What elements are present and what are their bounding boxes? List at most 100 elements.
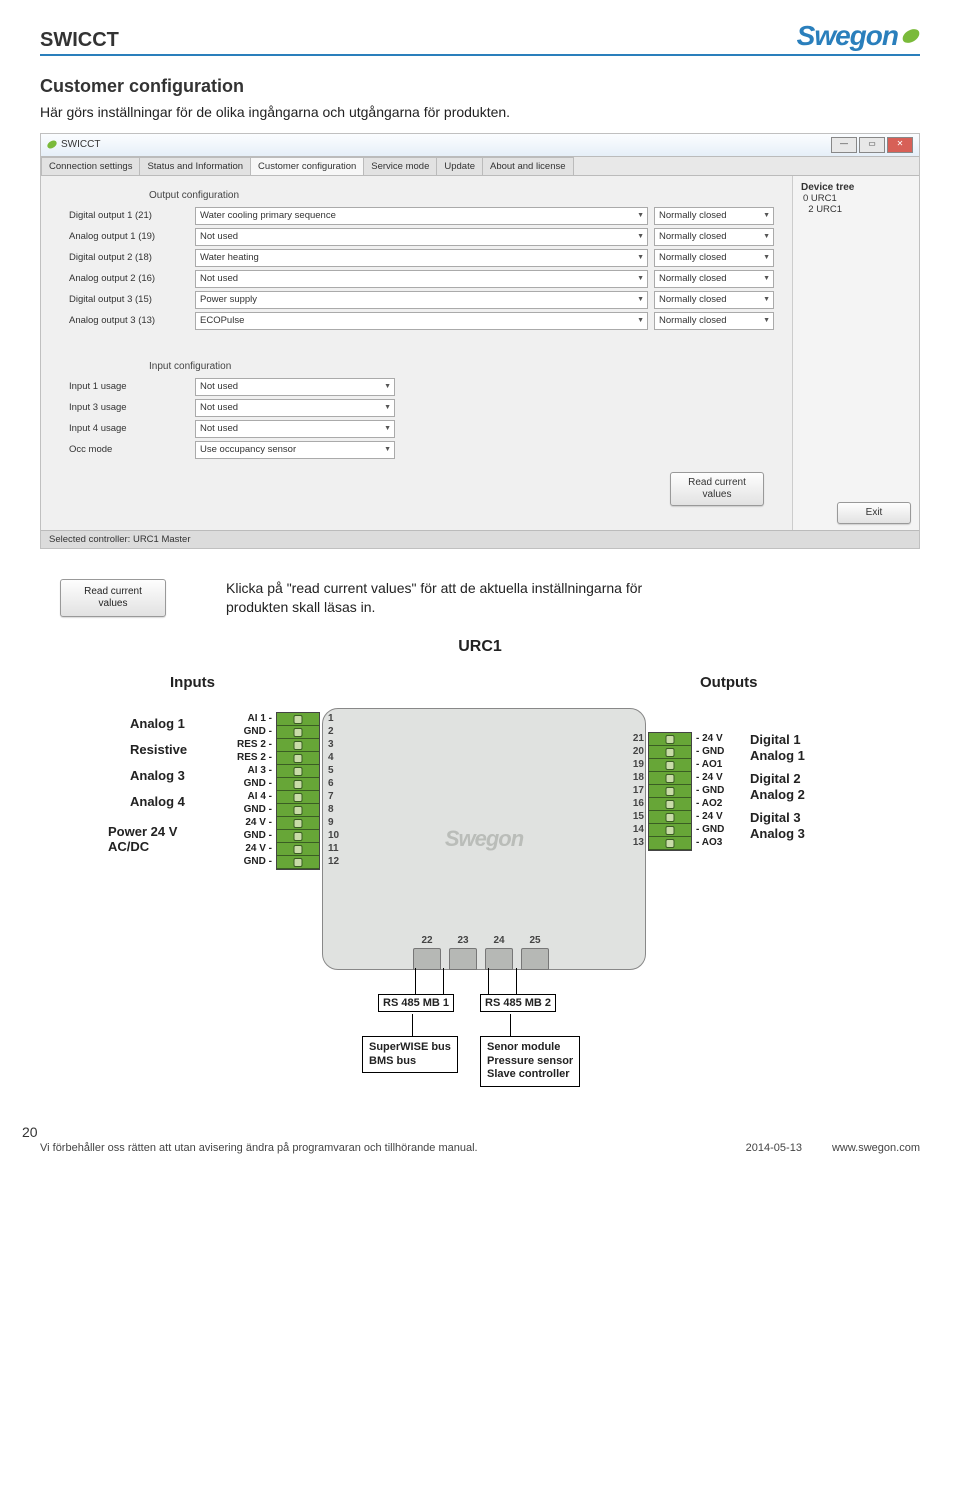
output-value-select[interactable]: Water heating (195, 249, 648, 267)
minimize-button[interactable]: — (831, 137, 857, 153)
output-mode-select[interactable]: Normally closed (654, 228, 774, 246)
left-label: Analog 4 (130, 794, 185, 809)
right-pin-numbers: 212019181716151413 (622, 732, 644, 849)
input-label: Input 4 usage (59, 423, 189, 434)
left-label: Analog 3 (130, 768, 185, 783)
right-pin-labels: - 24 V- GND- AO1- 24 V- GND- AO2- 24 V- … (696, 732, 724, 849)
device-logo: Swegon (445, 826, 523, 852)
output-row: Analog output 1 (19) Not used Normally clo… (59, 228, 774, 246)
device-tree-title: Device tree (801, 182, 911, 193)
output-value-select[interactable]: Power supply (195, 291, 648, 309)
outputs-header: Outputs (700, 674, 758, 691)
rj-ports: 22 23 24 25 (413, 948, 549, 970)
right-label: Analog 2 (750, 787, 805, 802)
input-value-select[interactable]: Use occupancy sensor (195, 441, 395, 459)
app-window: SWICCT — ▭ ✕ Connection settingsStatus a… (40, 133, 920, 549)
input-value-select[interactable]: Not used (195, 378, 395, 396)
tab-connection-settings[interactable]: Connection settings (41, 157, 140, 175)
right-label: Analog 1 (750, 748, 805, 763)
close-button[interactable]: ✕ (887, 137, 913, 153)
input-value-select[interactable]: Not used (195, 420, 395, 438)
leaf-icon (900, 27, 921, 44)
maximize-button[interactable]: ▭ (859, 137, 885, 153)
output-label: Analog output 3 (13) (59, 315, 189, 326)
right-label: Digital 2 (750, 771, 801, 786)
bus-label: RS 485 MB 1 (378, 994, 454, 1012)
left-pin-labels: AI 1 -GND -RES 2 -RES 2 -AI 3 -GND -AI 4… (230, 712, 272, 868)
callout-sensor: Senor module Pressure sensor Slave contr… (480, 1036, 580, 1087)
left-terminal-block (276, 712, 320, 870)
input-label: Input 1 usage (59, 381, 189, 392)
doc-title: SWICCT (40, 29, 119, 52)
input-config-title: Input configuration (149, 361, 774, 372)
output-mode-select[interactable]: Normally closed (654, 207, 774, 225)
output-row: Digital output 3 (15) Power supply Normall… (59, 291, 774, 309)
input-row: Input 3 usage Not used (59, 399, 774, 417)
output-config-title: Output configuration (149, 190, 774, 201)
window-title: SWICCT (61, 139, 100, 150)
inputs-header: Inputs (170, 674, 215, 691)
tab-update[interactable]: Update (436, 157, 483, 175)
tab-status-and-information[interactable]: Status and Information (139, 157, 251, 175)
left-label: Resistive (130, 742, 187, 757)
tab-service-mode[interactable]: Service mode (363, 157, 437, 175)
output-label: Analog output 2 (16) (59, 273, 189, 284)
output-label: Analog output 1 (19) (59, 231, 189, 242)
right-label: Analog 3 (750, 826, 805, 841)
footer-url: www.swegon.com (832, 1142, 920, 1154)
section-title: Customer configuration (40, 76, 920, 97)
rj-port: 25 (521, 948, 549, 970)
urc1-diagram: URC1 Inputs Outputs Swegon 22 23 24 25 A… (100, 638, 860, 1098)
output-mode-select[interactable]: Normally closed (654, 291, 774, 309)
input-row: Occ mode Use occupancy sensor (59, 441, 774, 459)
rj-port: 23 (449, 948, 477, 970)
left-label: Analog 1 (130, 716, 185, 731)
right-label: Digital 1 (750, 732, 801, 747)
input-row: Input 4 usage Not used (59, 420, 774, 438)
right-label: Digital 3 (750, 810, 801, 825)
footer-text: Vi förbehåller oss rätten att utan avise… (40, 1142, 478, 1154)
output-mode-select[interactable]: Normally closed (654, 270, 774, 288)
device-box: Swegon 22 23 24 25 (322, 708, 646, 970)
diagram-title: URC1 (458, 638, 502, 656)
tab-about-and-license[interactable]: About and license (482, 157, 574, 175)
input-label: Input 3 usage (59, 402, 189, 413)
exit-button[interactable]: Exit (837, 502, 911, 524)
input-value-select[interactable]: Not used (195, 399, 395, 417)
output-row: Digital output 2 (18) Water heating Normal… (59, 249, 774, 267)
read-current-values-button[interactable]: Read current values (670, 472, 764, 506)
tab-customer-configuration[interactable]: Customer configuration (250, 157, 364, 175)
callout-superwise: SuperWISE bus BMS bus (362, 1036, 458, 1074)
output-mode-select[interactable]: Normally closed (654, 249, 774, 267)
output-row: Analog output 3 (13) ECOPulse Normally clo… (59, 312, 774, 330)
output-label: Digital output 1 (21) (59, 210, 189, 221)
read-current-values-button-illustration: Read current values (60, 579, 166, 617)
output-value-select[interactable]: Not used (195, 270, 648, 288)
input-label: Occ mode (59, 444, 189, 455)
brand-logo: Swegon (797, 20, 920, 52)
output-value-select[interactable]: Water cooling primary sequence (195, 207, 648, 225)
left-label: Power 24 V AC/DC (108, 824, 177, 854)
bus-label: RS 485 MB 2 (480, 994, 556, 1012)
output-label: Digital output 2 (18) (59, 252, 189, 263)
app-icon (46, 140, 58, 150)
output-label: Digital output 3 (15) (59, 294, 189, 305)
right-terminal-block (648, 732, 692, 851)
output-value-select[interactable]: ECOPulse (195, 312, 648, 330)
rj-port: 22 (413, 948, 441, 970)
intro-text: Här görs inställningar för de olika ingå… (40, 103, 920, 123)
output-value-select[interactable]: Not used (195, 228, 648, 246)
brand-text: Swegon (797, 20, 898, 52)
input-row: Input 1 usage Not used (59, 378, 774, 396)
output-mode-select[interactable]: Normally closed (654, 312, 774, 330)
output-row: Digital output 1 (21) Water cooling prima… (59, 207, 774, 225)
note-text: Klicka på "read current values" för att … (226, 579, 656, 618)
tree-item[interactable]: 2 URC1 (801, 204, 911, 215)
output-row: Analog output 2 (16) Not used Normally clo… (59, 270, 774, 288)
rj-port: 24 (485, 948, 513, 970)
status-bar: Selected controller: URC1 Master (41, 530, 919, 548)
page-number: 20 (22, 1124, 38, 1140)
footer-date: 2014-05-13 (746, 1142, 802, 1154)
left-pin-numbers: 123456789101112 (328, 712, 339, 868)
tree-item[interactable]: 0 URC1 (801, 193, 911, 204)
